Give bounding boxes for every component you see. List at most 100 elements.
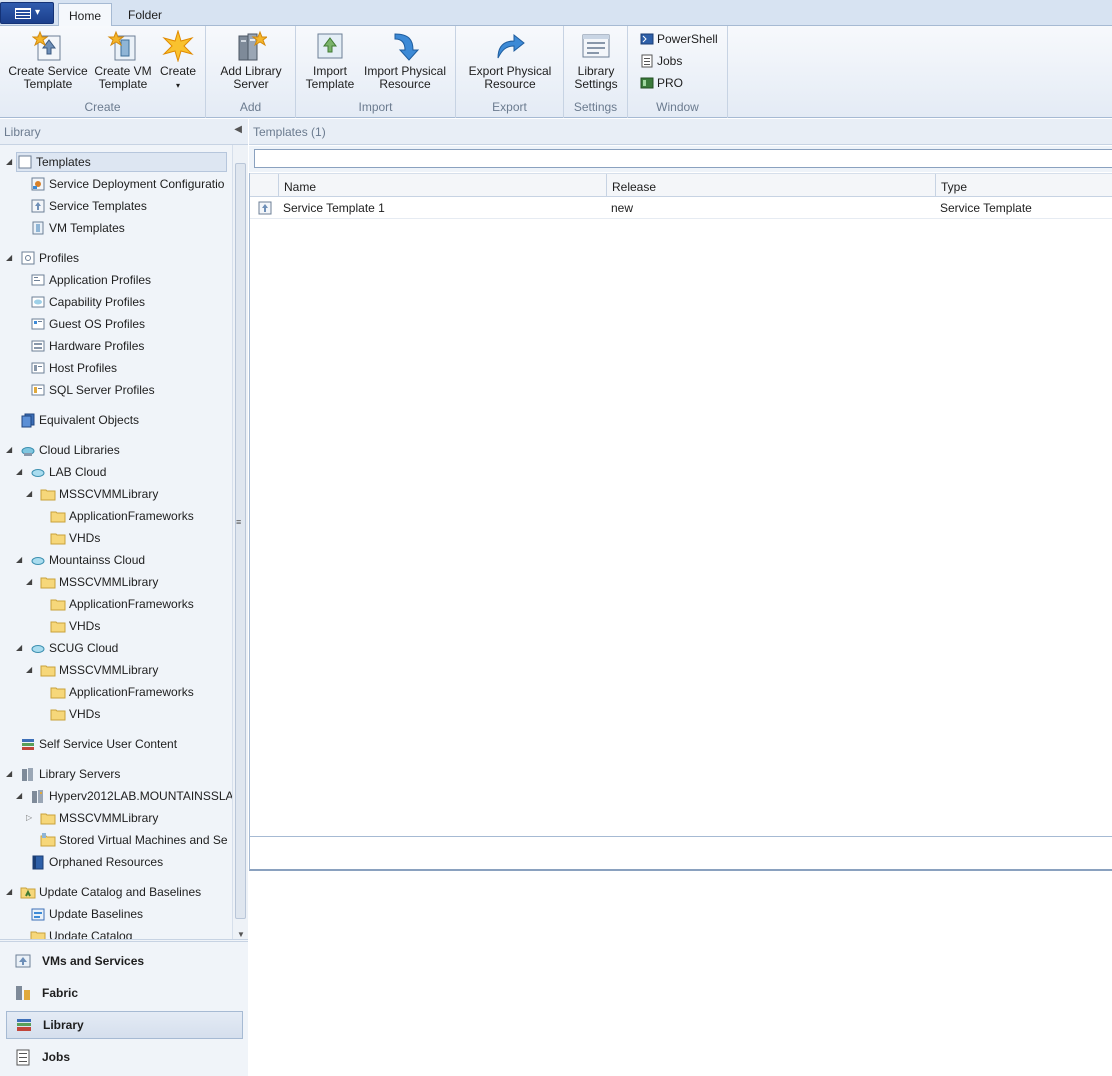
tree-label: Capability Profiles	[49, 295, 146, 309]
tree-item-mountainss-cloud[interactable]: Mountainss Cloud	[30, 550, 145, 570]
navigation-pane-title: Library	[4, 125, 41, 139]
create-dropdown-button[interactable]: Create ▾	[156, 30, 200, 92]
results-title: Templates (1)	[253, 125, 326, 139]
tree-item-vhds[interactable]: VHDs	[50, 616, 100, 636]
folder-icon	[40, 577, 56, 589]
books-icon	[22, 739, 34, 750]
export-physical-resource-button[interactable]: Export Physical Resource	[464, 30, 556, 91]
expand-toggle-icon[interactable]: ◢	[26, 665, 32, 674]
column-header-type[interactable]: Type	[935, 174, 1112, 197]
workspace-fabric[interactable]: Fabric	[6, 979, 243, 1007]
expand-toggle-icon[interactable]: ◢	[6, 887, 12, 896]
tree-item-library-server-hyperv2012lab[interactable]: Hyperv2012LAB.MOUNTAINSSLA	[30, 786, 232, 806]
tree-item-lab-cloud[interactable]: LAB Cloud	[30, 462, 106, 482]
tree-item-vhds[interactable]: VHDs	[50, 704, 100, 724]
export-arrow-icon	[497, 33, 525, 59]
expand-toggle-icon[interactable]: ◢	[6, 157, 12, 166]
tree-scrollbar[interactable]: ≡ ▼	[232, 145, 248, 941]
tree-item-application-frameworks[interactable]: ApplicationFrameworks	[50, 594, 194, 614]
tree-item-library-servers[interactable]: Library Servers	[20, 764, 120, 784]
tree-label: Templates	[36, 155, 91, 169]
tree-item-profiles[interactable]: Profiles	[20, 248, 79, 268]
scrollbar-thumb[interactable]	[235, 163, 246, 919]
group-label-create: Create	[84, 100, 121, 114]
tree-item-application-frameworks[interactable]: ApplicationFrameworks	[50, 682, 194, 702]
pro-label: PRO	[657, 76, 684, 90]
collapse-pane-icon[interactable]: ◀	[234, 124, 242, 135]
folder-icon	[50, 709, 66, 721]
details-pane	[249, 837, 1112, 871]
tree-item-vhds[interactable]: VHDs	[50, 528, 100, 548]
expand-toggle-icon[interactable]: ◢	[16, 643, 22, 652]
workspace-jobs[interactable]: Jobs	[6, 1043, 243, 1071]
scroll-down-arrow-icon[interactable]: ▼	[237, 930, 245, 939]
expand-toggle-icon[interactable]: ◢	[16, 555, 22, 564]
tree-label: Cloud Libraries	[39, 443, 120, 457]
tree-label: SCUG Cloud	[49, 641, 119, 655]
import-template-button[interactable]: Import Template	[302, 30, 358, 91]
pro-button[interactable]: PRO	[640, 74, 683, 92]
expand-toggle-icon[interactable]: ▷	[26, 813, 32, 822]
add-library-server-button[interactable]: Add Library Server	[214, 30, 288, 91]
tree-item-self-service-user-content[interactable]: Self Service User Content	[20, 734, 177, 754]
folder-icon	[40, 665, 56, 677]
tab-home[interactable]: Home	[58, 3, 113, 27]
tree-item-msscvmm-library[interactable]: MSSCVMMLibrary	[40, 808, 158, 828]
tree-item-templates[interactable]: Templates	[16, 152, 227, 172]
tree-item-hardware-profiles[interactable]: Hardware Profiles	[30, 336, 144, 356]
tree-item-application-profiles[interactable]: Application Profiles	[30, 270, 151, 290]
tree-item-capability-profiles[interactable]: Capability Profiles	[30, 292, 145, 312]
library-settings-button[interactable]: Library Settings	[568, 30, 624, 91]
tree-item-stored-virtual-machines[interactable]: Stored Virtual Machines and Se	[40, 830, 228, 850]
tree-item-guest-os-profiles[interactable]: Guest OS Profiles	[30, 314, 145, 334]
tree-item-orphaned-resources[interactable]: Orphaned Resources	[30, 852, 163, 872]
import-physical-resource-label: Import Physical Resource	[363, 64, 447, 91]
workspace-switcher: VMs and Services Fabric Library Jobs	[0, 939, 248, 1076]
expand-toggle-icon[interactable]: ◢	[26, 577, 32, 586]
expand-toggle-icon[interactable]: ◢	[6, 445, 12, 454]
expand-toggle-icon[interactable]: ◢	[26, 489, 32, 498]
create-service-template-button[interactable]: Create Service Template	[6, 30, 90, 91]
tree-item-service-templates[interactable]: Service Templates	[30, 196, 147, 216]
jobs-button[interactable]: Jobs	[640, 52, 682, 70]
import-physical-resource-button[interactable]: Import Physical Resource	[360, 30, 450, 91]
column-header-name[interactable]: Name	[278, 174, 606, 197]
expand-toggle-icon[interactable]: ◢	[16, 467, 22, 476]
tree-label: SQL Server Profiles	[49, 383, 155, 397]
tab-folder[interactable]: Folder	[118, 3, 172, 27]
table-row[interactable]: Service Template 1 new Service Template	[250, 197, 1112, 219]
workspace-vms-and-services[interactable]: VMs and Services	[6, 947, 243, 975]
orphaned-resources-icon	[32, 855, 44, 870]
expand-toggle-icon[interactable]: ◢	[16, 791, 22, 800]
tree-item-update-baselines[interactable]: Update Baselines	[30, 904, 143, 924]
tree-item-host-profiles[interactable]: Host Profiles	[30, 358, 117, 378]
tree-item-msscvmm-library[interactable]: MSSCVMMLibrary	[40, 660, 158, 680]
tree-item-update-catalog-and-baselines[interactable]: Update Catalog and Baselines	[20, 882, 201, 902]
menu-icon	[15, 8, 31, 19]
expand-toggle-icon[interactable]: ◢	[6, 253, 12, 262]
powershell-button[interactable]: PowerShell	[640, 30, 718, 48]
header-icon-column[interactable]	[250, 174, 278, 197]
column-header-release[interactable]: Release	[606, 174, 935, 197]
search-input[interactable]	[254, 149, 1112, 168]
templates-icon	[18, 155, 32, 169]
workspace-library[interactable]: Library	[6, 1011, 243, 1039]
tree-item-equivalent-objects[interactable]: Equivalent Objects	[20, 410, 139, 430]
library-books-icon	[17, 1019, 31, 1031]
folder-icon	[50, 687, 66, 699]
folder-icon	[50, 599, 66, 611]
ribbon: Create Service Template Create VM Templa…	[0, 26, 1112, 118]
tree-item-service-deployment-configurations[interactable]: Service Deployment Configuratio	[30, 174, 224, 194]
tree-item-vm-templates[interactable]: VM Templates	[30, 218, 125, 238]
application-menu-button[interactable]: ▾	[0, 2, 54, 24]
tree-item-msscvmm-library[interactable]: MSSCVMMLibrary	[40, 572, 158, 592]
tree-item-application-frameworks[interactable]: ApplicationFrameworks	[50, 506, 194, 526]
tree-label: MSSCVMMLibrary	[59, 663, 159, 677]
tree-item-msscvmm-library[interactable]: MSSCVMMLibrary	[40, 484, 158, 504]
powershell-icon	[640, 33, 654, 45]
create-vm-template-button[interactable]: Create VM Template	[92, 30, 154, 91]
expand-toggle-icon[interactable]: ◢	[6, 769, 12, 778]
tree-item-sql-server-profiles[interactable]: SQL Server Profiles	[30, 380, 155, 400]
tree-item-cloud-libraries[interactable]: Cloud Libraries	[20, 440, 120, 460]
tree-item-scug-cloud[interactable]: SCUG Cloud	[30, 638, 118, 658]
